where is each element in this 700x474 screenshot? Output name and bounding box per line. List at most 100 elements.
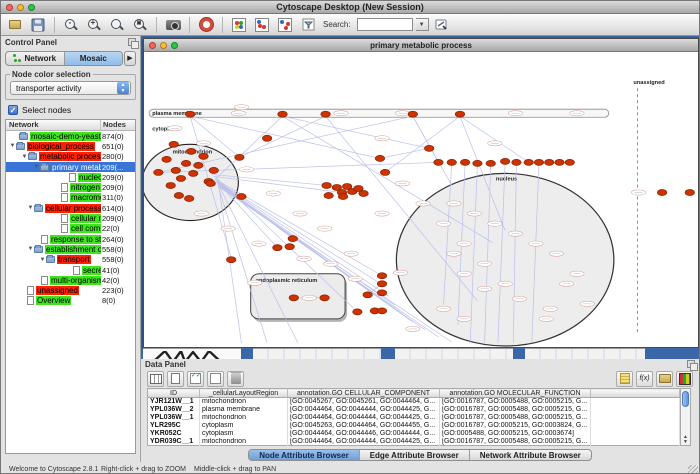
- graph-node[interactable]: [545, 159, 554, 165]
- tree-column-network[interactable]: Network: [6, 120, 101, 130]
- graph-node[interactable]: [199, 153, 208, 159]
- column-header-cellular-component[interactable]: annotation.GO CELLULAR_COMPONENT: [288, 389, 440, 398]
- tree-row-transport[interactable]: ▼transport558(0): [6, 255, 135, 265]
- table-row[interactable]: YPL036W__2plasma membrane[GO:0044464, GO…: [148, 406, 680, 414]
- expander-icon[interactable]: ▼: [39, 257, 46, 263]
- function-builder-button[interactable]: f(x): [636, 371, 653, 387]
- table-cell[interactable]: [GO:0045263, GO:0044464, GO:0044455, G..…: [288, 422, 440, 430]
- table-cell[interactable]: [GO:0005488, GO:0005215, GO:0003674]: [440, 430, 591, 438]
- graph-node[interactable]: [377, 308, 386, 314]
- expander-icon[interactable]: ▼: [33, 164, 40, 170]
- filter-button[interactable]: [298, 16, 318, 34]
- background-window-slice[interactable]: [253, 348, 381, 359]
- table-cell[interactable]: YDR039C__1: [148, 438, 200, 446]
- table-cell[interactable]: [591, 430, 680, 438]
- graph-edge[interactable]: [380, 148, 429, 158]
- node-color-dropdown[interactable]: transporter activity ▲▼: [10, 81, 131, 95]
- select-nodes-checkbox[interactable]: ✓: [8, 105, 18, 115]
- table-row[interactable]: YLR295Ccytoplasm[GO:0045263, GO:0044464,…: [148, 422, 680, 430]
- table-cell[interactable]: YPL036W__1: [148, 414, 200, 422]
- tree-row-mosaic-demo-yeast[interactable]: mosaic-demo-yeast874(0): [6, 131, 135, 141]
- graph-node[interactable]: [278, 111, 287, 117]
- table-cell[interactable]: [GO:0016787, GO:0005488, GO:0005215, G..…: [440, 414, 591, 422]
- graph-node[interactable]: [186, 148, 195, 154]
- graph-node[interactable]: [359, 190, 368, 196]
- graph-node[interactable]: [320, 295, 329, 301]
- tree-row-multi-organism-pro[interactable]: multi-organism pro42(0): [6, 275, 135, 285]
- resize-grip[interactable]: [688, 465, 698, 474]
- table-row[interactable]: YJR121W__1mitochondrion[GO:0045267, GO:0…: [148, 398, 680, 406]
- table-cell[interactable]: [GO:0016787, GO:0005488, GO:0005215, G..…: [440, 438, 591, 446]
- graph-edge[interactable]: [211, 116, 283, 183]
- graph-node[interactable]: [226, 257, 235, 263]
- table-cell[interactable]: [591, 438, 680, 446]
- graph-node[interactable]: [321, 111, 330, 117]
- tab-network-attribute-browser[interactable]: Network Attribute Browser: [470, 450, 591, 460]
- graph-node[interactable]: [162, 156, 171, 162]
- table-cell[interactable]: [GO:0016787, GO:0005215, GO:0003824, G..…: [440, 422, 591, 430]
- table-cell[interactable]: [GO:0044464, GO:0044446, GO:0044444, G..…: [288, 430, 440, 438]
- tree-row-primary-metabo[interactable]: ▼primary metabo209(...: [6, 162, 135, 172]
- snapshot-button[interactable]: [163, 16, 183, 34]
- search-config-button[interactable]: [432, 16, 452, 34]
- graph-node[interactable]: [184, 195, 193, 201]
- graph-node[interactable]: [434, 159, 443, 165]
- graph-edge[interactable]: [283, 116, 430, 148]
- graph-node[interactable]: [262, 135, 271, 141]
- expander-icon[interactable]: ▼: [27, 205, 34, 211]
- new-attribute-button[interactable]: [167, 371, 184, 387]
- tree-row-nitrogen-compo[interactable]: nitrogen compo209(0): [6, 182, 135, 192]
- graph-node[interactable]: [377, 281, 386, 287]
- graph-node[interactable]: [424, 145, 433, 151]
- graph-node[interactable]: [171, 167, 180, 173]
- graph-node[interactable]: [375, 155, 384, 161]
- scrollbar-thumb[interactable]: [682, 391, 689, 407]
- graph-node[interactable]: [235, 154, 244, 160]
- graph-node[interactable]: [455, 111, 464, 117]
- table-cell[interactable]: YKR052C: [148, 430, 200, 438]
- attribute-matrix-button[interactable]: [676, 371, 693, 387]
- tab-network[interactable]: Network: [6, 52, 65, 65]
- tree-row-unassigned[interactable]: unassigned223(0): [6, 285, 135, 295]
- graph-edge[interactable]: [283, 116, 493, 242]
- graph-node[interactable]: [377, 290, 386, 296]
- table-row[interactable]: YPL036W__1mitochondrion[GO:0044464, GO:0…: [148, 414, 680, 422]
- expander-icon[interactable]: ▼: [9, 143, 16, 149]
- tree-column-nodes[interactable]: Nodes: [101, 120, 135, 130]
- graph-node[interactable]: [363, 292, 372, 298]
- save-session-button[interactable]: [28, 16, 48, 34]
- tab-scroll-right-icon[interactable]: ▶: [124, 51, 136, 66]
- graph-node[interactable]: [181, 160, 190, 166]
- graph-node[interactable]: [460, 159, 469, 165]
- background-network-thumbnail[interactable]: [143, 348, 241, 359]
- data-panel-scrollbar[interactable]: ▲▼: [680, 388, 691, 446]
- table-cell[interactable]: [591, 398, 680, 406]
- graph-node[interactable]: [289, 295, 298, 301]
- expander-icon[interactable]: ▼: [27, 246, 34, 252]
- graph-edge[interactable]: [219, 186, 242, 343]
- plugin-button-2[interactable]: [275, 16, 295, 34]
- graph-node[interactable]: [512, 159, 521, 165]
- unselect-attributes-button[interactable]: [207, 371, 224, 387]
- table-cell[interactable]: YLR295C: [148, 422, 200, 430]
- table-cell[interactable]: [GO:0016787, GO:0005488, GO:0005215, G..…: [440, 398, 591, 406]
- graph-node[interactable]: [322, 182, 331, 188]
- attribute-editor-button[interactable]: [616, 371, 633, 387]
- table-cell[interactable]: plasma membrane: [200, 406, 288, 414]
- background-window-slice[interactable]: [395, 348, 513, 359]
- open-session-button[interactable]: [5, 16, 25, 34]
- graph-node[interactable]: [408, 111, 417, 117]
- graph-node[interactable]: [500, 158, 509, 164]
- graph-node[interactable]: [174, 192, 183, 198]
- table-cell[interactable]: [GO:0044464, GO:0044444, GO:0044425, G..…: [288, 406, 440, 414]
- network-canvas[interactable]: plasma membranecytoplasmnucleusmitochond…: [144, 52, 698, 347]
- tree-row-cellular-process[interactable]: ▼cellular process614(0): [6, 203, 135, 213]
- graph-node[interactable]: [169, 141, 178, 147]
- table-cell[interactable]: [GO:0044464, GO:0044444, GO:0044425, G..…: [288, 414, 440, 422]
- table-row[interactable]: YDR039C__1mitochondrion[GO:0044464, GO:0…: [148, 438, 680, 446]
- import-attributes-button[interactable]: [656, 371, 673, 387]
- zoom-selected-button[interactable]: [107, 16, 127, 34]
- table-cell[interactable]: [GO:0045267, GO:0045261, GO:0044464, G..…: [288, 398, 440, 406]
- tree-row-establishment-of-lo[interactable]: ▼establishment of lo558(0): [6, 244, 135, 254]
- network-window-titlebar[interactable]: primary metabolic process: [144, 39, 698, 52]
